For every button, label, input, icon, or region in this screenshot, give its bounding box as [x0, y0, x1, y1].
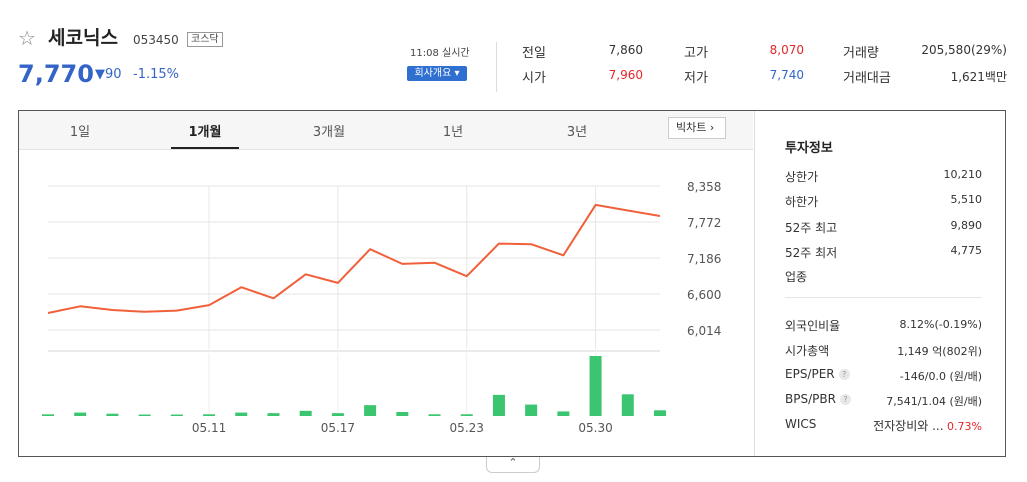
prev-close-value: 7,860: [608, 43, 643, 57]
stock-code: 053450: [133, 33, 179, 47]
sector-label: 업종: [785, 270, 808, 284]
volume-bar: [396, 412, 409, 416]
y-tick-label: 6,600: [687, 288, 721, 302]
volume-label: 거래량: [843, 46, 879, 61]
tab-1year[interactable]: 1년: [423, 121, 483, 140]
divider: [496, 42, 497, 92]
price-line: [47, 203, 661, 314]
volume-bar: [364, 405, 377, 416]
price-chart: 8,358 7,772 7,186 6,600 6,014 05.11 05.17 05.23…: [42, 180, 721, 435]
tab-1day[interactable]: 1일: [50, 121, 110, 140]
x-tick-label: 05.11: [192, 421, 226, 435]
trade-amount-label: 거래대금: [843, 71, 891, 86]
period-tab-bar: [19, 111, 753, 150]
volume-bar: [138, 414, 151, 416]
favorite-star-icon[interactable]: ☆: [18, 28, 36, 48]
invest-divider: [785, 297, 982, 298]
price-change: ▼90: [95, 67, 122, 82]
foreign-ratio-label: 외국인비율: [785, 319, 841, 333]
upper-limit-label: 상한가: [785, 170, 819, 184]
week52-high-value: 9,890: [950, 219, 983, 232]
eps-per-label: EPS/PER?: [785, 367, 850, 381]
volume-bar: [235, 412, 248, 416]
bps-pbr-label-text: BPS/PBR: [785, 392, 836, 406]
y-tick-label: 6,014: [687, 324, 721, 338]
collapse-toggle[interactable]: ⌃: [486, 457, 540, 473]
chevron-up-icon: ⌃: [508, 456, 518, 469]
prev-close-label: 전일: [522, 46, 546, 61]
price-change-pct: -1.15%: [133, 67, 179, 82]
upper-limit-value: 10,210: [943, 168, 983, 181]
big-chart-button[interactable]: 빅차트 ›: [668, 117, 726, 139]
trade-amount-value: 1,621백만: [950, 70, 1007, 84]
company-overview-button[interactable]: 회사개요 ▾: [407, 66, 467, 81]
volume-bar: [299, 410, 312, 416]
y-tick-label: 8,358: [687, 180, 721, 194]
volume-value: 205,580(29%): [921, 43, 1007, 57]
wics-sector[interactable]: 전자장비와 ...: [873, 419, 943, 433]
volume-bar: [42, 414, 54, 416]
y-tick-label: 7,772: [687, 216, 721, 230]
volume-bar: [170, 414, 183, 416]
volume-bar: [106, 413, 119, 416]
open-value: 7,960: [608, 68, 643, 82]
high-label: 고가: [684, 46, 708, 61]
x-tick-label: 05.23: [450, 421, 484, 435]
volume-bar: [525, 404, 538, 416]
market-cap-value: 1,149 억(802위): [897, 345, 982, 358]
volume-bar: [557, 411, 570, 416]
eps-per-value: -146/0.0 (원/배): [899, 370, 982, 383]
tab-3month[interactable]: 3개월: [299, 121, 359, 140]
wics-value: 전자장비와 ... 0.73%: [842, 417, 982, 434]
low-label: 저가: [684, 71, 708, 86]
current-price: 7,770: [18, 60, 94, 88]
low-value: 7,740: [769, 68, 804, 82]
lower-limit-value: 5,510: [950, 193, 983, 206]
market-badge: 코스닥: [187, 32, 223, 47]
wics-label: WICS: [785, 417, 817, 431]
bps-pbr-value: 7,541/1.04 (원/배): [886, 395, 982, 408]
stock-name: 세코닉스: [48, 27, 118, 49]
foreign-ratio-value: 8.12%(-0.19%): [899, 318, 982, 331]
x-tick-label: 05.17: [321, 421, 355, 435]
tab-3year[interactable]: 3년: [547, 121, 607, 140]
week52-high-label: 52주 최고: [785, 221, 838, 235]
market-cap-label: 시가총액: [785, 344, 830, 358]
y-tick-label: 7,186: [687, 252, 721, 266]
volume-bar: [74, 412, 87, 416]
x-tick-label: 05.30: [578, 421, 612, 435]
volume-bar: [460, 414, 473, 416]
volume-bar: [203, 414, 216, 416]
volume-bar: [267, 413, 280, 416]
volume-bar: [621, 394, 634, 416]
active-tab-indicator: [171, 147, 239, 149]
volume-bar: [428, 414, 441, 416]
invest-info-title: 투자정보: [785, 141, 833, 156]
tab-1month[interactable]: 1개월: [175, 121, 235, 140]
realtime-label: 11:08 실시간: [410, 48, 470, 59]
wics-change: 0.73%: [947, 420, 982, 433]
week52-low-label: 52주 최저: [785, 246, 838, 260]
eps-per-label-text: EPS/PER: [785, 367, 835, 381]
lower-limit-label: 하한가: [785, 195, 819, 209]
week52-low-value: 4,775: [950, 244, 983, 257]
high-value: 8,070: [769, 43, 804, 57]
panel-divider: [754, 111, 755, 456]
volume-bar: [589, 356, 602, 416]
open-label: 시가: [522, 71, 546, 86]
volume-bar: [492, 394, 505, 416]
volume-bar: [654, 410, 666, 416]
volume-bar: [331, 413, 344, 416]
